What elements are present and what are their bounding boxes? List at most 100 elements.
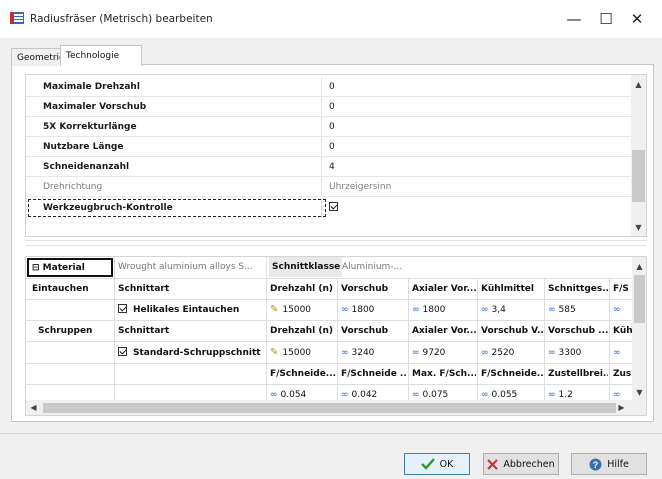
property-value[interactable]: 0 (329, 77, 335, 97)
kuehlmittel-value[interactable]: ∞ 3,4 (481, 300, 506, 320)
werkzeugbruch-checkbox[interactable] (329, 198, 344, 218)
link-icon: ∞ (613, 305, 620, 315)
fs-value[interactable]: ∞ (613, 300, 624, 320)
axialer-vorschub-value[interactable]: ∞ 1800 (412, 300, 445, 320)
scroll-up-icon[interactable]: ▲ (631, 77, 646, 92)
column-header: Vorschub V... (481, 326, 543, 336)
vorschub-value-2[interactable]: ∞ 3300 (548, 343, 581, 363)
property-name: 5X Korrekturlänge (43, 122, 137, 132)
link-icon: ∞ (548, 305, 555, 315)
property-value[interactable]: 0 (329, 117, 335, 137)
drehzahl-value[interactable]: ✎ 15000 (270, 343, 311, 363)
cancel-button[interactable]: Abbrechen (483, 453, 559, 475)
axialer-vorschub-value[interactable]: ∞ 9720 (412, 343, 445, 363)
property-value[interactable]: 0 (329, 137, 335, 157)
ok-button[interactable]: OK (404, 453, 470, 475)
vorschub-value[interactable]: ∞ 3240 (341, 343, 374, 363)
splitter[interactable] (25, 240, 647, 246)
property-row-werkzeugbruch[interactable]: Werkzeugbruch-Kontrolle (26, 198, 634, 218)
property-row[interactable]: 5X Korrekturlänge 0 (26, 117, 634, 137)
property-name: Maximaler Vorschub (43, 102, 147, 112)
column-header: Vorschub (341, 326, 389, 336)
material-vscroll-thumb[interactable] (634, 275, 645, 323)
property-value[interactable]: 0 (329, 97, 335, 117)
ok-button-label: OK (439, 458, 454, 470)
link-icon: ∞ (613, 390, 620, 400)
app-icon (10, 12, 24, 24)
material-value[interactable]: Wrought aluminium alloys S... (118, 257, 264, 277)
footer-divider (0, 433, 662, 434)
column-header: Drehzahl (n) (270, 284, 333, 294)
property-name: Nutzbare Länge (43, 142, 124, 152)
link-icon: ∞ (341, 305, 348, 315)
schnittgeschwindigkeit-value[interactable]: ∞ 585 (548, 300, 576, 320)
link-icon: ∞ (412, 348, 419, 358)
vorschub-v-value[interactable]: ∞ 2520 (481, 343, 514, 363)
scroll-right-icon[interactable]: ▶ (614, 400, 629, 415)
scroll-down-icon[interactable]: ▼ (632, 385, 646, 400)
column-header: Schnittart (118, 284, 170, 294)
checkbox-checked-icon[interactable] (118, 304, 127, 313)
column-header: Axialer Vor... (412, 284, 476, 294)
schnittklasse-value[interactable]: Aluminium-... (342, 257, 412, 277)
pencil-icon: ✎ (270, 304, 279, 315)
column-header: Vorschub (341, 284, 389, 294)
property-value: Uhrzeigersinn (329, 182, 392, 192)
window-title: Radiusfräser (Metrisch) bearbeiten (30, 13, 213, 25)
link-icon: ∞ (481, 390, 488, 400)
column-header: F/Schneide... (270, 369, 336, 379)
checkmark-icon (420, 458, 435, 470)
property-row[interactable]: Maximaler Vorschub 0 (26, 97, 634, 117)
column-header: Schnittart (118, 326, 170, 336)
help-button[interactable]: ? Hilfe (571, 453, 647, 475)
scroll-down-icon[interactable]: ▼ (631, 220, 646, 235)
column-header: Zus (613, 369, 632, 379)
column-header: Drehzahl (n) (270, 326, 333, 336)
link-icon: ∞ (412, 390, 419, 400)
column-header: Zustellbrei... (548, 369, 608, 379)
link-icon: ∞ (341, 348, 348, 358)
property-value[interactable]: 4 (329, 157, 335, 177)
property-scrollbar-thumb[interactable] (632, 150, 645, 202)
link-icon: ∞ (613, 348, 620, 358)
pencil-icon: ✎ (270, 347, 279, 358)
close-button[interactable]: ✕ (617, 6, 657, 32)
link-icon: ∞ (481, 348, 488, 358)
material-vscrollbar[interactable]: ▲ ▼ (632, 257, 646, 400)
drehzahl-value[interactable]: ✎ 15000 (270, 300, 311, 320)
material-expander[interactable]: ⊟ Material (27, 258, 113, 277)
schnittart-schruppen[interactable]: Standard-Schruppschnitt (118, 343, 261, 363)
schnittklasse-label: Schnittklasse (269, 257, 342, 277)
link-icon: ∞ (548, 390, 555, 400)
material-hscroll-thumb[interactable] (43, 403, 616, 413)
cancel-x-icon (487, 458, 499, 470)
link-icon: ∞ (548, 348, 555, 358)
property-row: Drehrichtung Uhrzeigersinn (26, 177, 634, 197)
svg-text:?: ? (593, 460, 599, 470)
column-header: F/Schneide ... (341, 369, 407, 379)
tab-technologie[interactable]: Technologie (60, 45, 142, 66)
checkbox-checked-icon[interactable] (118, 347, 127, 356)
help-icon: ? (589, 458, 602, 470)
checkbox-checked-icon[interactable] (329, 202, 338, 211)
column-header: Max. F/Sch... (412, 369, 476, 379)
material-grid: ⊟ Material Wrought aluminium alloys S...… (25, 256, 647, 416)
link-icon: ∞ (270, 390, 277, 400)
scroll-left-icon[interactable]: ◀ (26, 400, 41, 415)
vorschub-value[interactable]: ∞ 1800 (341, 300, 374, 320)
schnittart-eintauchen[interactable]: Helikales Eintauchen (118, 300, 239, 320)
property-row[interactable]: Nutzbare Länge 0 (26, 137, 634, 157)
property-row[interactable]: Maximale Drehzahl 0 (26, 77, 634, 97)
kuehlmittel-value[interactable]: ∞ (613, 343, 624, 363)
scroll-up-icon[interactable]: ▲ (632, 259, 646, 274)
link-icon: ∞ (341, 390, 348, 400)
column-header: Schnittges... (548, 284, 608, 294)
property-name: Drehrichtung (43, 182, 103, 192)
column-header: Vorschub ... (548, 326, 608, 336)
property-row[interactable]: Schneidenanzahl 4 (26, 157, 634, 177)
column-header: F/Schneide... (481, 369, 543, 379)
property-name: Werkzeugbruch-Kontrolle (43, 203, 173, 213)
property-grid: Maximale Drehzahl 0 Maximaler Vorschub 0… (25, 74, 647, 237)
column-header: F/S (613, 284, 629, 294)
column-header: Küh (613, 326, 633, 336)
